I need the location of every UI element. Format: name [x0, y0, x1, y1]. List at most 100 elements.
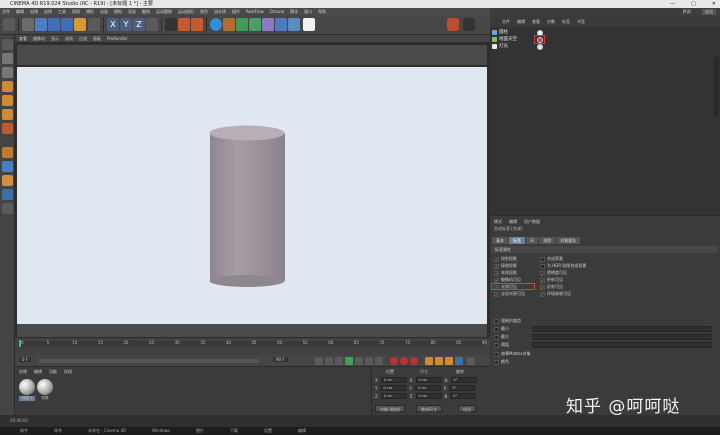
property-row[interactable]: 为 HDR 贴图合成背景 — [540, 263, 586, 269]
viewport-menu-item[interactable]: 选项 — [65, 35, 73, 42]
checkbox[interactable]: ✓ — [494, 256, 499, 262]
property-row[interactable]: ✓ 反射可见 — [540, 284, 563, 290]
property-row[interactable]: ✓ 投射投影 — [494, 256, 517, 262]
points-mode-icon[interactable] — [2, 81, 13, 92]
property-row[interactable]: 合成背景 — [540, 256, 563, 262]
deformer-icon[interactable] — [249, 18, 261, 31]
menu-item[interactable]: 编辑 — [16, 8, 24, 15]
max-field[interactable] — [532, 334, 712, 340]
size-field[interactable]: 0 cm — [415, 377, 442, 383]
playhead[interactable] — [19, 340, 21, 347]
size-field[interactable]: 0 cm — [414, 385, 441, 391]
goto-end-icon[interactable] — [375, 357, 383, 365]
x-axis-icon[interactable]: X — [107, 18, 119, 31]
polygons-mode-icon[interactable] — [2, 109, 13, 120]
checkbox[interactable]: ✓ — [494, 291, 499, 297]
menu-item[interactable]: Octane — [270, 8, 284, 15]
model-icon[interactable] — [2, 53, 13, 64]
object-menu-item[interactable]: 文件 — [502, 18, 510, 25]
prev-frame-icon[interactable] — [335, 357, 343, 365]
taskbar-item[interactable]: Windows — [152, 427, 170, 435]
object-row-sky[interactable]: 地面天空 — [492, 36, 712, 43]
position-field[interactable]: 0 cm — [380, 393, 407, 399]
frame-start-field[interactable]: 0 F — [19, 357, 32, 362]
viewport-menu-item[interactable]: 显示 — [51, 35, 59, 42]
rotation-field[interactable]: 0° — [450, 393, 477, 399]
checkbox[interactable] — [494, 318, 499, 324]
light-tool-icon[interactable] — [288, 18, 300, 31]
rotate-tool-icon[interactable] — [61, 18, 73, 31]
attribute-tab[interactable]: 基本 — [492, 237, 508, 244]
attribute-menu-item[interactable]: 编辑 — [509, 218, 517, 225]
perspective-view[interactable] — [17, 67, 487, 324]
key-param-icon[interactable] — [455, 357, 463, 365]
cylinder-object[interactable] — [209, 125, 286, 288]
snap-icon[interactable] — [447, 18, 459, 31]
material-menu-item[interactable]: 纹理 — [64, 369, 72, 375]
taskbar-item[interactable]: 知乎 — [20, 427, 28, 435]
prev-key-icon[interactable] — [325, 357, 333, 365]
array-icon[interactable] — [236, 18, 248, 31]
checkbox[interactable]: ✓ — [540, 270, 545, 276]
light-tag-icon[interactable] — [537, 44, 543, 50]
render-settings-icon[interactable] — [191, 18, 203, 31]
object-row-light[interactable]: 灯光 — [492, 43, 712, 50]
material-menu-item[interactable]: 功能 — [49, 369, 57, 375]
menu-item[interactable]: 创建 — [30, 8, 38, 15]
menu-item[interactable]: 脚本 — [290, 8, 298, 15]
position-field[interactable]: 0 cm — [380, 377, 407, 383]
threshold-field[interactable] — [532, 342, 712, 348]
viewport-menu-item[interactable]: 查看 — [19, 35, 27, 42]
menu-item[interactable]: 文件 — [2, 8, 10, 15]
rotation-field[interactable]: 0° — [450, 377, 477, 383]
material-ball-1[interactable] — [19, 379, 35, 395]
y-axis-icon[interactable]: Y — [120, 18, 132, 31]
position-field[interactable]: 0 cm — [380, 385, 407, 391]
property-row[interactable]: 最大 — [494, 334, 509, 340]
checkbox[interactable] — [494, 326, 499, 332]
timeline[interactable]: 0 5 10 15 20 25 30 35 40 45 50 55 60 65 70 75 80 85 90 — [15, 337, 490, 355]
object-menu-item[interactable]: 查看 — [532, 18, 540, 25]
menu-item[interactable]: 窗口 — [304, 8, 312, 15]
model-mode-icon[interactable] — [74, 18, 86, 31]
scale-tool-icon[interactable] — [48, 18, 60, 31]
menu-item[interactable]: 工具 — [58, 8, 66, 15]
property-row[interactable]: ✓ 全局光照可见 — [494, 291, 525, 297]
axis-mode-icon[interactable] — [2, 123, 13, 134]
key-rotation-icon[interactable] — [445, 357, 453, 365]
property-row[interactable]: ✓ 透明度可见 — [540, 270, 567, 276]
viewport-menu-item[interactable]: 过滤 — [79, 35, 87, 42]
taskbar-item[interactable]: 设置 — [264, 427, 272, 435]
next-key-icon[interactable] — [365, 357, 373, 365]
grid-icon[interactable] — [2, 189, 13, 200]
taskbar-item[interactable]: 下载 — [230, 427, 238, 435]
timeline-settings-icon[interactable] — [467, 357, 475, 365]
checkbox[interactable] — [494, 359, 499, 365]
property-row[interactable]: 强制抗锯齿 — [494, 318, 521, 324]
range-slider[interactable] — [39, 359, 259, 363]
next-frame-icon[interactable] — [355, 357, 363, 365]
render-picture-viewer-icon[interactable] — [178, 18, 190, 31]
checkbox[interactable] — [494, 351, 499, 357]
checkbox[interactable] — [540, 256, 545, 262]
menu-item[interactable]: RealFlow — [246, 8, 264, 15]
property-row[interactable]: 阈值 — [494, 342, 509, 348]
live-select-icon[interactable] — [22, 18, 34, 31]
undo-icon[interactable] — [3, 18, 15, 31]
menu-item[interactable]: 捕捉 — [86, 8, 94, 15]
workplane-icon[interactable] — [463, 18, 475, 31]
texture-icon[interactable] — [2, 67, 13, 78]
menu-item[interactable]: 选择 — [44, 8, 52, 15]
attribute-menu-item[interactable]: 用户数据 — [524, 218, 540, 225]
menu-item[interactable]: 角色 — [200, 8, 208, 15]
attribute-menu-item[interactable]: 模式 — [494, 218, 502, 225]
close-button[interactable]: ✕ — [712, 0, 716, 8]
record-icon[interactable] — [390, 357, 398, 365]
checkbox[interactable]: ✓ — [494, 263, 499, 269]
property-row[interactable]: ✓ 环境吸收可见 — [540, 291, 571, 297]
viewport-menu-item[interactable]: 摄像机 — [33, 35, 45, 42]
key-scale-icon[interactable] — [435, 357, 443, 365]
checkbox[interactable]: ✓ — [494, 270, 499, 276]
material-ball-2[interactable] — [37, 379, 53, 395]
menu-item[interactable]: 插件 — [232, 8, 240, 15]
